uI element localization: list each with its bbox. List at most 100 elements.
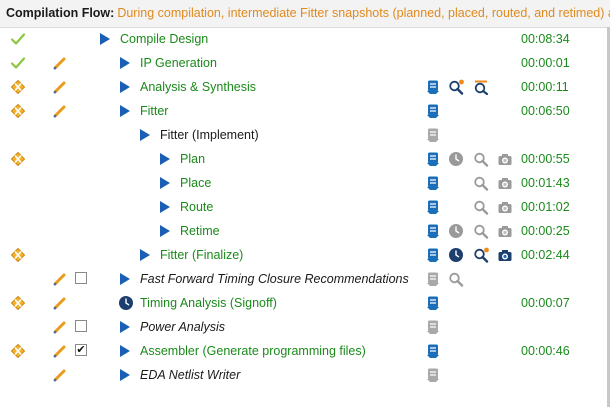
edit-settings-icon[interactable] xyxy=(52,79,68,95)
run-play-icon[interactable] xyxy=(160,201,170,213)
search-report-icon-gray[interactable] xyxy=(473,223,489,239)
compilation-flow-header: Compilation Flow: During compilation, int… xyxy=(0,0,610,28)
task-elapsed-time: 00:00:11 xyxy=(521,80,569,94)
report-icon[interactable] xyxy=(425,103,441,119)
run-play-icon[interactable] xyxy=(120,273,130,285)
task-label[interactable]: Compile Design xyxy=(120,27,208,51)
report-icon-disabled[interactable] xyxy=(425,319,441,335)
search-report-icon-gray[interactable] xyxy=(473,175,489,191)
task-elapsed-time: 00:00:07 xyxy=(521,296,570,310)
task-label[interactable]: Timing Analysis (Signoff) xyxy=(140,291,277,315)
search-report-icon-gray[interactable] xyxy=(473,151,489,167)
task-row[interactable]: Fitter (Implement) xyxy=(0,123,606,147)
task-label[interactable]: Plan xyxy=(180,147,205,171)
header-description: During compilation, intermediate Fitter … xyxy=(117,6,610,20)
report-icon[interactable] xyxy=(425,199,441,215)
rtl-viewer-icon[interactable] xyxy=(473,79,489,96)
task-label[interactable]: Fitter xyxy=(140,99,168,123)
clock-icon-gray[interactable] xyxy=(448,223,464,239)
search-report-icon-gray[interactable] xyxy=(473,199,489,215)
run-play-icon[interactable] xyxy=(140,249,150,261)
warning-icon xyxy=(10,79,26,95)
warning-icon xyxy=(10,103,26,119)
search-report-icon[interactable] xyxy=(473,247,489,263)
report-icon[interactable] xyxy=(425,151,441,167)
task-label[interactable]: IP Generation xyxy=(140,51,217,75)
task-elapsed-time: 00:01:02 xyxy=(521,200,570,214)
chip-planner-icon-gray[interactable] xyxy=(497,199,513,215)
run-play-icon[interactable] xyxy=(120,57,130,69)
edit-settings-icon[interactable] xyxy=(52,55,68,71)
report-icon-disabled[interactable] xyxy=(425,271,441,287)
chip-planner-icon-gray[interactable] xyxy=(497,151,513,167)
task-row[interactable]: Timing Analysis (Signoff) 00:00:07 xyxy=(0,291,606,315)
success-check-icon xyxy=(10,55,26,71)
task-label[interactable]: Fitter (Implement) xyxy=(160,123,259,147)
task-elapsed-time: 00:08:34 xyxy=(521,32,570,46)
report-icon[interactable] xyxy=(425,343,441,359)
clock-icon[interactable] xyxy=(448,247,464,263)
task-label[interactable]: Power Analysis xyxy=(140,315,225,339)
task-label[interactable]: Analysis & Synthesis xyxy=(140,75,256,99)
task-row[interactable]: Compile Design 00:08:34 xyxy=(0,27,606,51)
run-play-icon[interactable] xyxy=(120,369,130,381)
task-row[interactable]: Fitter (Finalize) 00:02:44 xyxy=(0,243,606,267)
task-enable-checkbox[interactable] xyxy=(75,272,87,284)
edit-settings-icon[interactable] xyxy=(52,103,68,119)
task-label[interactable]: Fast Forward Timing Closure Recommendati… xyxy=(140,267,409,291)
task-enable-checkbox[interactable]: ✔ xyxy=(75,344,87,356)
task-label[interactable]: Place xyxy=(180,171,211,195)
search-report-icon[interactable] xyxy=(448,79,464,95)
task-elapsed-time: 00:02:44 xyxy=(521,248,570,262)
header-label: Compilation Flow: xyxy=(6,6,115,20)
task-row[interactable]: Analysis & Synthesis 00:00:11 xyxy=(0,75,606,99)
report-icon-disabled[interactable] xyxy=(425,367,441,383)
chip-planner-icon-gray[interactable] xyxy=(497,175,513,191)
task-label[interactable]: Retime xyxy=(180,219,220,243)
report-icon[interactable] xyxy=(425,175,441,191)
report-icon[interactable] xyxy=(425,247,441,263)
chip-planner-icon-gray[interactable] xyxy=(497,223,513,239)
success-check-icon xyxy=(10,31,26,47)
task-label[interactable]: Assembler (Generate programming files) xyxy=(140,339,366,363)
edit-settings-icon[interactable] xyxy=(52,319,68,335)
edit-settings-icon[interactable] xyxy=(52,367,68,383)
run-play-icon[interactable] xyxy=(160,177,170,189)
task-row[interactable]: Fitter 00:06:50 xyxy=(0,99,606,123)
run-play-icon[interactable] xyxy=(160,153,170,165)
report-icon[interactable] xyxy=(425,223,441,239)
task-label[interactable]: Route xyxy=(180,195,213,219)
task-row[interactable]: Fast Forward Timing Closure Recommendati… xyxy=(0,267,606,291)
run-play-icon[interactable] xyxy=(120,321,130,333)
task-label[interactable]: Fitter (Finalize) xyxy=(160,243,243,267)
run-play-icon[interactable] xyxy=(120,81,130,93)
task-elapsed-time: 00:00:25 xyxy=(521,224,570,238)
edit-settings-icon[interactable] xyxy=(52,343,68,359)
task-enable-checkbox[interactable] xyxy=(75,320,87,332)
clock-icon-gray[interactable] xyxy=(448,151,464,167)
task-elapsed-time: 00:01:43 xyxy=(521,176,570,190)
task-label[interactable]: EDA Netlist Writer xyxy=(140,363,240,387)
task-row[interactable]: Route 00:01:02 xyxy=(0,195,606,219)
run-play-icon[interactable] xyxy=(100,33,110,45)
edit-settings-icon[interactable] xyxy=(52,295,68,311)
chip-planner-icon[interactable] xyxy=(497,247,513,263)
task-row[interactable]: Retime 00:00:25 xyxy=(0,219,606,243)
edit-settings-icon[interactable] xyxy=(52,271,68,287)
search-report-icon-gray[interactable] xyxy=(448,271,464,287)
report-icon[interactable] xyxy=(425,295,441,311)
run-play-icon[interactable] xyxy=(120,345,130,357)
warning-icon xyxy=(10,295,26,311)
task-row[interactable]: Plan 00:00:55 xyxy=(0,147,606,171)
task-row[interactable]: Power Analysis xyxy=(0,315,606,339)
task-row[interactable]: ✔ Assembler (Generate programming files) 0… xyxy=(0,339,606,363)
task-row[interactable]: Place 00:01:43 xyxy=(0,171,606,195)
report-icon[interactable] xyxy=(425,79,441,95)
run-play-icon[interactable] xyxy=(160,225,170,237)
report-icon-disabled[interactable] xyxy=(425,127,441,143)
run-play-icon[interactable] xyxy=(140,129,150,141)
task-row[interactable]: EDA Netlist Writer xyxy=(0,363,606,387)
running-clock-icon[interactable] xyxy=(118,295,134,311)
task-row[interactable]: IP Generation 00:00:01 xyxy=(0,51,606,75)
run-play-icon[interactable] xyxy=(120,105,130,117)
